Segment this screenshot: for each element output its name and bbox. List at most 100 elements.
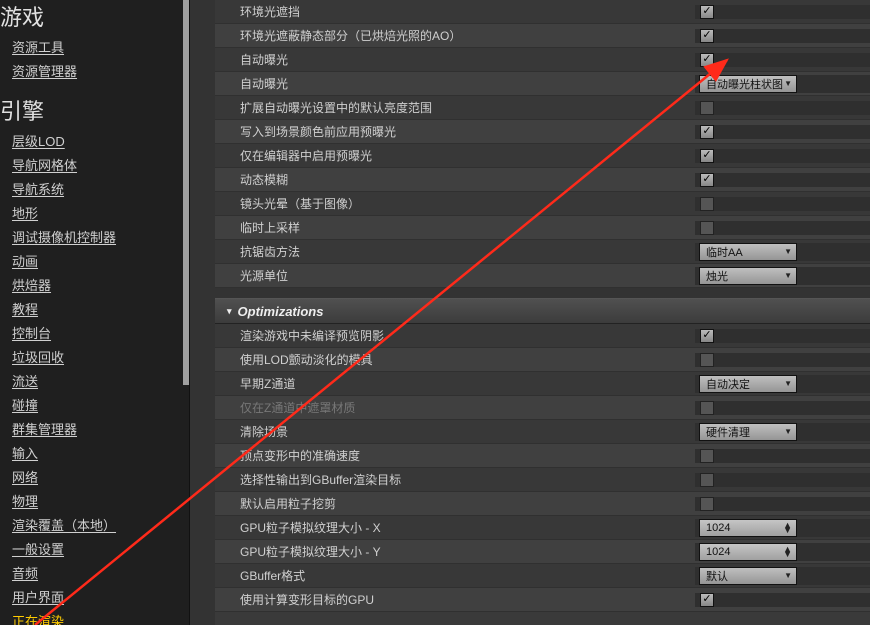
property-label: 光源单位 [215,267,695,284]
property-row: 自动曝光 ✓ [215,48,870,72]
sidebar-item[interactable]: 地形 [0,202,189,226]
checkbox[interactable]: ✓ [700,593,714,607]
sidebar-item[interactable]: 渲染覆盖（本地） [0,514,189,538]
sidebar-item[interactable]: 垃圾回收 [0,346,189,370]
scrollbar-thumb[interactable] [183,0,189,385]
dropdown[interactable]: 默认 ▼ [699,567,797,585]
property-row: 选择性输出到GBuffer渲染目标 [215,468,870,492]
sidebar-item[interactable]: 用户界面 [0,586,189,610]
chevron-down-icon: ▼ [784,247,792,256]
property-label: 早期Z通道 [215,375,695,392]
sidebar-item[interactable]: 控制台 [0,322,189,346]
sidebar-item[interactable]: 教程 [0,298,189,322]
chevron-down-icon: ▼ [784,271,792,280]
checkbox[interactable] [700,221,714,235]
property-label: 使用计算变形目标的GPU [215,591,695,608]
property-label: 动态模糊 [215,171,695,188]
property-label: 顶点变形中的准确速度 [215,447,695,464]
property-row: GPU粒子模拟纹理大小 - Y1024▲▼ [215,540,870,564]
property-label: 使用LOD颤动淡化的模具 [215,351,695,368]
checkbox[interactable]: ✓ [700,149,714,163]
sidebar-item[interactable]: 正在渲染 [0,610,189,625]
property-row: 自动曝光自动曝光柱状图▼ [215,72,870,96]
checkbox[interactable] [700,197,714,211]
property-label: GBuffer格式 [215,567,695,584]
property-row: 渲染游戏中未编译预览阴影✓ [215,324,870,348]
checkbox[interactable] [700,401,714,415]
sidebar-item[interactable]: 碰撞 [0,394,189,418]
property-row: 顶点变形中的准确速度 [215,444,870,468]
spin-arrows-icon: ▲▼ [783,523,792,533]
sidebar-item[interactable]: 导航网格体 [0,154,189,178]
sidebar-item[interactable]: 烘焙器 [0,274,189,298]
category-title: Optimizations [238,304,324,319]
checkbox[interactable]: ✓ [700,173,714,187]
sidebar-section-header: 游戏 [0,0,189,36]
property-panel: 环境光遮挡 ✓ 环境光遮蔽静态部分（已烘焙光照的AO） ✓ 自动曝光 ✓ 自动曝光自动曝光柱… [215,0,870,625]
dropdown[interactable]: 临时AA ▼ [699,243,797,261]
sidebar-item[interactable]: 流送 [0,370,189,394]
checkbox[interactable] [700,101,714,115]
sidebar-item[interactable]: 物理 [0,490,189,514]
gutter [190,0,215,625]
property-row: 抗锯齿方法临时AA ▼ [215,240,870,264]
sidebar-item[interactable]: 导航系统 [0,178,189,202]
sidebar-item[interactable]: 调试摄像机控制器 [0,226,189,250]
dropdown[interactable]: 硬件清理▼ [699,423,797,441]
property-label: GPU粒子模拟纹理大小 - X [215,519,695,536]
property-label: 环境光遮挡 [215,3,695,20]
dropdown-value: 临时AA [706,244,743,260]
spin-arrows-icon: ▲▼ [783,547,792,557]
checkbox[interactable]: ✓ [700,53,714,67]
sidebar-item[interactable]: 资源管理器 [0,60,189,84]
dropdown-value: 默认 [706,568,728,584]
property-row: 仅在编辑器中启用预曝光 ✓ [215,144,870,168]
checkbox[interactable] [700,497,714,511]
number-spinbox[interactable]: 1024 ▲▼ [699,519,797,537]
sidebar-item[interactable]: 动画 [0,250,189,274]
property-row: 临时上采样 [215,216,870,240]
checkbox[interactable] [700,449,714,463]
dropdown[interactable]: 烛光 ▼ [699,267,797,285]
checkbox[interactable]: ✓ [700,125,714,139]
chevron-down-icon: ▼ [784,571,792,580]
property-label: 选择性输出到GBuffer渲染目标 [215,471,695,488]
property-row: 使用计算变形目标的GPU ✓ [215,588,870,612]
property-label: 环境光遮蔽静态部分（已烘焙光照的AO） [215,27,695,44]
sidebar-item[interactable]: 层级LOD [0,130,189,154]
spinbox-value: 1024 [706,546,730,558]
chevron-down-icon: ▼ [784,427,792,436]
dropdown[interactable]: 自动决定▼ [699,375,797,393]
disclosure-triangle-icon: ▾ [227,306,232,317]
sidebar-item[interactable]: 群集管理器 [0,418,189,442]
spinbox-value: 1024 [706,522,730,534]
checkbox[interactable] [700,473,714,487]
property-label: 默认启用粒子挖剪 [215,495,695,512]
sidebar-item[interactable]: 资源工具 [0,36,189,60]
property-row: GPU粒子模拟纹理大小 - X 1024 ▲▼ [215,516,870,540]
property-label: 临时上采样 [215,219,695,236]
sidebar-item[interactable]: 一般设置 [0,538,189,562]
property-row: 环境光遮挡 ✓ [215,0,870,24]
property-label: 抗锯齿方法 [215,243,695,260]
checkbox[interactable] [700,353,714,367]
property-label: 写入到场景颜色前应用预曝光 [215,123,695,140]
property-label: 仅在编辑器中启用预曝光 [215,147,695,164]
dropdown[interactable]: 自动曝光柱状图▼ [699,75,797,93]
checkbox[interactable]: ✓ [700,329,714,343]
checkbox[interactable]: ✓ [700,5,714,19]
property-label: 自动曝光 [215,51,695,68]
sidebar-item[interactable]: 网络 [0,466,189,490]
number-spinbox[interactable]: 1024 ▲▼ [699,543,797,561]
chevron-down-icon: ▼ [784,379,792,388]
dropdown-value: 自动曝光柱状图 [706,76,783,92]
property-row: 使用LOD颤动淡化的模具 [215,348,870,372]
property-row: 镜头光晕（基于图像） [215,192,870,216]
sidebar-item[interactable]: 输入 [0,442,189,466]
category-header-optimizations[interactable]: ▾ Optimizations [215,298,870,324]
checkbox[interactable]: ✓ [700,29,714,43]
sidebar-item[interactable]: 音频 [0,562,189,586]
sidebar: 游戏资源工具资源管理器引擎层级LOD导航网格体导航系统地形调试摄像机控制器动画烘… [0,0,190,625]
dropdown-value: 烛光 [706,268,728,284]
property-row: 仅在Z通道中遮罩材质 [215,396,870,420]
